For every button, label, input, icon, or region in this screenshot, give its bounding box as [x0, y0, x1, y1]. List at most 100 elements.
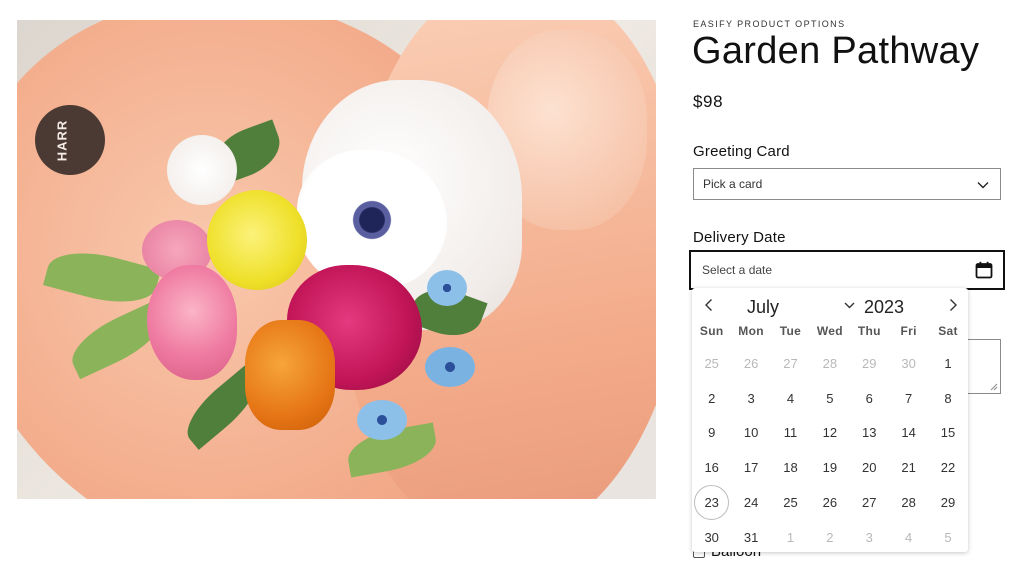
calendar-day[interactable]: 22 — [928, 450, 967, 485]
calendar-day-outside-month[interactable]: 2 — [810, 520, 849, 555]
calendar-day[interactable]: 19 — [810, 450, 849, 485]
greeting-card-select[interactable]: Pick a card — [693, 168, 1001, 200]
calendar-day[interactable]: 31 — [731, 520, 770, 555]
calendar-day-number: 21 — [901, 460, 916, 476]
delivery-date-placeholder: Select a date — [702, 263, 773, 277]
calendar-day-outside-month[interactable]: 30 — [889, 346, 928, 381]
orange-flowers — [245, 320, 335, 430]
calendar-day-number: 28 — [901, 495, 916, 511]
calendar-day-outside-month[interactable]: 27 — [771, 346, 810, 381]
calendar-day[interactable]: 10 — [731, 416, 770, 451]
calendar-day-number: 28 — [822, 355, 838, 371]
calendar-day[interactable]: 14 — [889, 416, 928, 451]
calendar-day-number: 31 — [743, 529, 759, 545]
chevron-right-icon — [950, 299, 957, 311]
calendar-day-number: 25 — [783, 495, 798, 511]
calendar-day-number: 10 — [743, 425, 759, 441]
calendar-day[interactable]: 4 — [771, 381, 810, 416]
calendar-day-outside-month[interactable]: 4 — [889, 520, 928, 555]
calendar-day-number: 2 — [708, 390, 716, 406]
calendar-day[interactable]: 11 — [771, 416, 810, 451]
calendar-day-number: 17 — [743, 460, 759, 476]
calendar-day-number: 14 — [901, 425, 916, 441]
delivery-date-input[interactable]: Select a date — [689, 250, 1005, 290]
calendar-day[interactable]: 29 — [928, 485, 967, 520]
calendar-day[interactable]: 6 — [850, 381, 889, 416]
calendar-day[interactable]: 15 — [928, 416, 967, 451]
calendar-day-number: 11 — [783, 425, 798, 441]
calendar-day[interactable]: 26 — [810, 485, 849, 520]
calendar-day[interactable]: 8 — [928, 381, 967, 416]
product-title: Garden Pathway — [692, 30, 980, 72]
calendar-day[interactable]: 7 — [889, 381, 928, 416]
calendar-day[interactable]: 18 — [771, 450, 810, 485]
calendar-day-number: 7 — [905, 390, 913, 406]
calendar-day-number: 26 — [743, 355, 759, 371]
weekday-label: Thu — [857, 324, 881, 338]
calendar-day[interactable]: 30 — [692, 520, 731, 555]
calendar-day-number: 27 — [862, 495, 877, 511]
calendar-day-outside-month[interactable]: 5 — [928, 520, 967, 555]
resize-grip-icon[interactable] — [990, 383, 998, 391]
calendar-day[interactable]: 20 — [850, 450, 889, 485]
product-image[interactable]: HARR — [17, 20, 656, 499]
calendar-day[interactable]: 3 — [731, 381, 770, 416]
calendar-day-number: 8 — [944, 390, 952, 406]
blue-star-flower — [357, 400, 407, 440]
calendar-day[interactable]: 16 — [692, 450, 731, 485]
calendar-day[interactable]: 27 — [850, 485, 889, 520]
blue-star-flower — [425, 347, 475, 387]
weekday-label: Sun — [699, 324, 724, 338]
calendar-day-outside-month[interactable]: 26 — [731, 346, 770, 381]
calendar-day-number: 4 — [905, 529, 913, 545]
calendar-day-number: 3 — [865, 529, 873, 545]
calendar-day[interactable]: 12 — [810, 416, 849, 451]
greeting-card-placeholder: Pick a card — [703, 177, 763, 191]
calendar-day-number: 1 — [944, 355, 952, 371]
weekday-label: Wed — [816, 324, 843, 338]
calendar-day-number: 18 — [783, 460, 798, 476]
prev-month-button[interactable] — [700, 296, 718, 314]
calendar-day[interactable]: 9 — [692, 416, 731, 451]
calendar-day[interactable]: 17 — [731, 450, 770, 485]
date-picker-header: July 2023 — [692, 288, 968, 326]
calendar-day-number: 2 — [826, 529, 834, 545]
date-picker-popup: July 2023 Sun Mon Tue Wed Thu Fri Sat 25 26 27 28… — [692, 288, 968, 552]
calendar-day[interactable]: 5 — [810, 381, 849, 416]
calendar-day-outside-month[interactable]: 29 — [850, 346, 889, 381]
calendar-day-number: 12 — [822, 425, 838, 441]
chevron-down-icon — [977, 182, 989, 189]
calendar-day[interactable]: 2 — [692, 381, 731, 416]
calendar-day-outside-month[interactable]: 3 — [850, 520, 889, 555]
calendar-icon[interactable] — [975, 261, 993, 279]
brand-label: EASIFY PRODUCT OPTIONS — [693, 19, 846, 29]
calendar-day-number: 25 — [704, 355, 719, 371]
calendar-day-today[interactable]: 23 — [692, 485, 731, 521]
calendar-day-number: 30 — [901, 355, 916, 371]
calendar-day-number: 29 — [940, 495, 956, 511]
calendar-day-number: 27 — [783, 355, 798, 371]
calendar-day-number: 16 — [704, 460, 719, 476]
calendar-day[interactable]: 24 — [731, 485, 770, 520]
calendar-day[interactable]: 28 — [889, 485, 928, 520]
calendar-day-number: 1 — [786, 529, 795, 545]
calendar-day[interactable]: 21 — [889, 450, 928, 485]
calendar-day-number: 29 — [862, 355, 877, 371]
next-month-button[interactable] — [944, 296, 962, 314]
calendar-day-outside-month[interactable]: 25 — [692, 346, 731, 381]
chevron-down-icon[interactable] — [843, 299, 856, 312]
calendar-day-outside-month[interactable]: 1 — [771, 520, 810, 555]
calendar-day[interactable]: 1 — [928, 346, 967, 381]
shop-logo-text: HARR — [54, 119, 70, 161]
calendar-day-number: 13 — [862, 425, 877, 441]
calendar-day-outside-month[interactable]: 28 — [810, 346, 849, 381]
month-select[interactable]: July — [747, 297, 779, 318]
calendar-day-number: 22 — [940, 460, 956, 476]
calendar-day-number: 30 — [704, 529, 719, 545]
calendar-day[interactable]: 25 — [771, 485, 810, 520]
delivery-date-label: Delivery Date — [693, 229, 786, 246]
calendar-day[interactable]: 13 — [850, 416, 889, 451]
year-input[interactable]: 2023 — [864, 297, 904, 318]
calendar-day-number: 26 — [822, 495, 838, 511]
weekday-label: Tue — [779, 324, 802, 338]
